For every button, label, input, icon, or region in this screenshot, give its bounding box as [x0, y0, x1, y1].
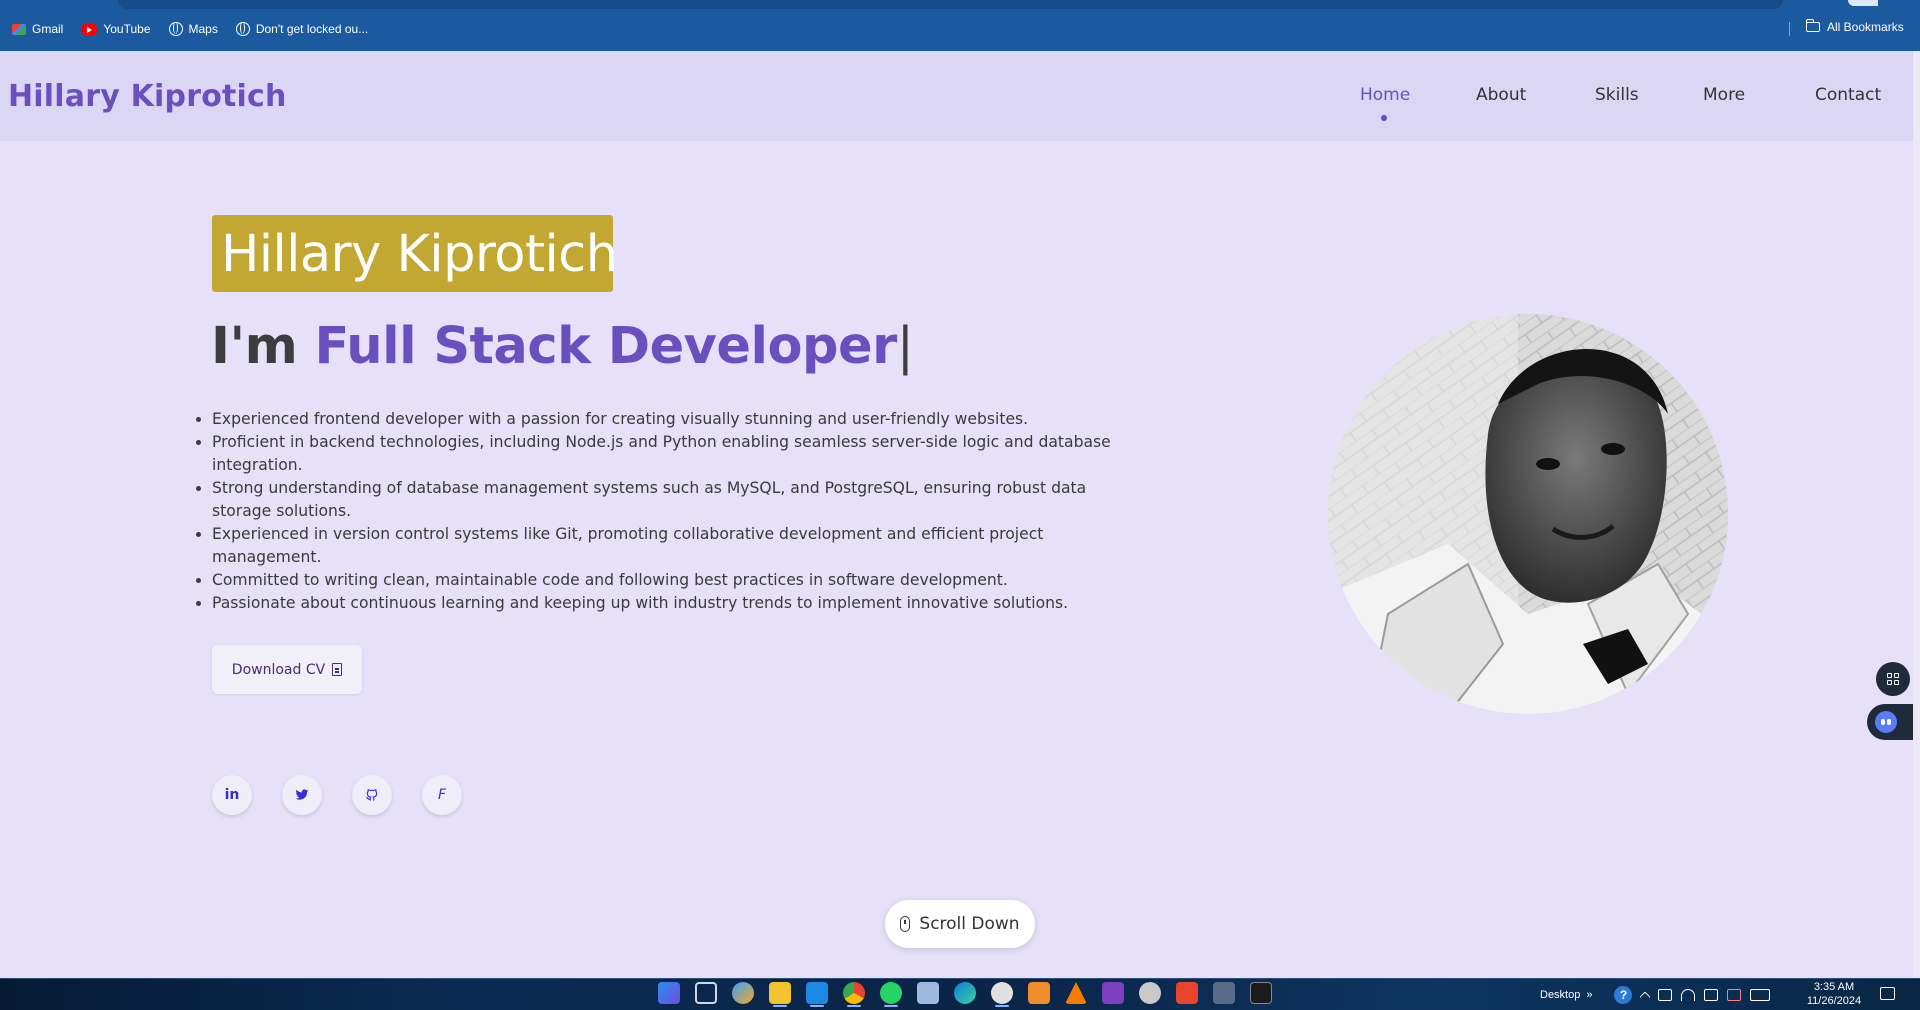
- bookmark-label: Don't get locked ou...: [255, 22, 369, 36]
- github-button[interactable]: [352, 775, 392, 815]
- gmail-icon: [12, 23, 26, 35]
- profile-photo: [1328, 314, 1728, 714]
- github-icon: [366, 789, 378, 801]
- nav-home[interactable]: Home: [1360, 85, 1410, 105]
- windows-taskbar: Desktop » ? 3:35 AM 11/26/2024: [0, 978, 1920, 1010]
- bookmarks-divider: [1789, 22, 1790, 36]
- facebook-button[interactable]: F: [422, 775, 462, 815]
- clock-date: 11/26/2024: [1806, 995, 1862, 1007]
- battery-icon[interactable]: [1704, 988, 1719, 1001]
- nav-about[interactable]: About: [1476, 85, 1526, 105]
- name-badge: Hillary Kiprotich: [212, 215, 618, 292]
- role-prefix: I'm: [211, 317, 315, 376]
- system-tray: Desktop » ?: [1540, 979, 1771, 1010]
- all-bookmarks-label: All Bookmarks: [1827, 20, 1904, 34]
- search-app-icon[interactable]: [991, 982, 1013, 1007]
- app-icon[interactable]: [1139, 982, 1161, 1004]
- role-text: Full Stack Developer: [314, 317, 898, 376]
- all-bookmarks-button[interactable]: All Bookmarks: [1805, 19, 1904, 34]
- bookmark-locked-out[interactable]: Don't get locked ou...: [235, 22, 369, 36]
- bookmark-label: Gmail: [32, 22, 64, 36]
- page-scrollbar[interactable]: [1913, 51, 1920, 978]
- bookmark-label: Maps: [188, 22, 218, 36]
- facebook-icon: F: [437, 787, 447, 803]
- browser-toolbar: Gmail YouTube Maps Don't get locked ou..…: [0, 0, 1920, 51]
- bookmark-gmail[interactable]: Gmail: [12, 22, 63, 36]
- show-hidden-icons-icon[interactable]: [1639, 991, 1652, 1003]
- hero-name: Hillary Kiprotich: [221, 225, 618, 284]
- twitter-icon: [295, 789, 309, 800]
- list-item: Proficient in backend technologies, incl…: [212, 431, 1142, 477]
- apps-widget-button[interactable]: [1876, 662, 1910, 696]
- bookmarks-bar: Gmail YouTube Maps Don't get locked ou..…: [0, 18, 374, 40]
- list-item: Experienced frontend developer with a pa…: [212, 408, 1142, 431]
- widgets-icon[interactable]: [1213, 982, 1235, 1004]
- office-app-icon[interactable]: [1028, 982, 1050, 1004]
- taskbar-apps: [650, 982, 1279, 1008]
- site-logo[interactable]: Hillary Kiprotich: [8, 79, 287, 114]
- volume-muted-icon[interactable]: [1727, 988, 1742, 1001]
- document-icon: [332, 663, 343, 676]
- chevron-icon[interactable]: »: [1586, 989, 1592, 1001]
- profile-portrait-image: [1328, 314, 1728, 714]
- nav-skills[interactable]: Skills: [1595, 85, 1639, 105]
- terminal-icon[interactable]: [1250, 982, 1272, 1004]
- scroll-down-button[interactable]: Scroll Down: [885, 900, 1035, 948]
- copilot-icon[interactable]: [732, 982, 754, 1004]
- role-heading: I'm Full Stack Developer|: [211, 317, 914, 376]
- download-cv-label: Download CV: [231, 661, 326, 678]
- start-icon[interactable]: [658, 982, 680, 1004]
- chatbot-icon: [1875, 711, 1897, 733]
- camera-icon[interactable]: [1658, 988, 1673, 1001]
- typing-cursor: |: [896, 317, 914, 376]
- address-bar[interactable]: [118, 0, 1783, 9]
- clock-time: 3:35 AM: [1813, 981, 1855, 993]
- nav-active-indicator: [1381, 115, 1387, 121]
- globe-icon: [235, 22, 250, 36]
- cube-app-icon[interactable]: [917, 982, 939, 1004]
- nav-contact[interactable]: Contact: [1815, 85, 1881, 105]
- edge-icon[interactable]: [954, 982, 976, 1004]
- list-item: Passionate about continuous learning and…: [212, 592, 1142, 615]
- mouse-icon: [900, 916, 911, 932]
- twitter-button[interactable]: [282, 775, 322, 815]
- list-item: Experienced in version control systems l…: [212, 523, 1142, 569]
- brave-icon[interactable]: [1176, 982, 1198, 1004]
- skills-summary-list: Experienced frontend developer with a pa…: [165, 408, 1142, 615]
- system-clock[interactable]: 3:35 AM 11/26/2024: [1800, 980, 1868, 1008]
- bookmark-label: YouTube: [103, 22, 151, 36]
- linkedin-button[interactable]: in: [212, 775, 252, 815]
- bookmark-maps[interactable]: Maps: [168, 22, 218, 36]
- profile-button[interactable]: [1848, 0, 1878, 6]
- task-view-icon[interactable]: [695, 982, 717, 1004]
- bookmark-youtube[interactable]: YouTube: [81, 22, 151, 36]
- vscode-icon[interactable]: [806, 982, 828, 1007]
- wifi-icon[interactable]: [1681, 988, 1696, 1001]
- list-item: Committed to writing clean, maintainable…: [212, 569, 1142, 592]
- vlc-icon[interactable]: [1065, 982, 1087, 1004]
- help-icon[interactable]: ?: [1614, 985, 1633, 1004]
- youtube-icon: [81, 23, 98, 35]
- onenote-icon[interactable]: [1102, 982, 1124, 1004]
- list-item: Strong understanding of database managem…: [212, 477, 1142, 523]
- globe-icon: [168, 22, 183, 36]
- desktop-toolbar-label[interactable]: Desktop: [1540, 989, 1580, 1001]
- grid-icon: [1887, 673, 1899, 685]
- notification-icon[interactable]: [1880, 987, 1895, 1000]
- linkedin-icon: in: [224, 787, 240, 803]
- chrome-icon[interactable]: [843, 982, 865, 1007]
- site-header: Hillary Kiprotich Home About Skills More…: [0, 51, 1920, 141]
- download-cv-button[interactable]: Download CV: [212, 645, 362, 694]
- file-explorer-icon[interactable]: [769, 982, 791, 1007]
- scroll-down-label: Scroll Down: [919, 914, 1020, 934]
- nav-more[interactable]: More: [1703, 85, 1745, 105]
- keyboard-icon[interactable]: [1750, 988, 1771, 1001]
- whatsapp-icon[interactable]: [880, 982, 902, 1007]
- folder-icon: [1805, 19, 1820, 32]
